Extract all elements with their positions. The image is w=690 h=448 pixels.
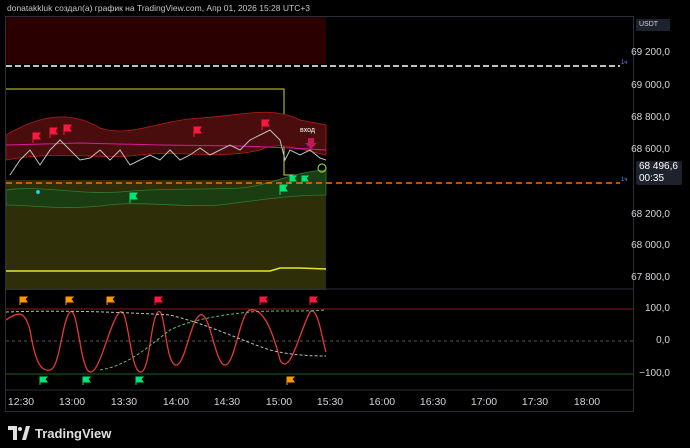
time-axis-label: 13:00	[58, 396, 86, 408]
time-axis-label: 17:30	[521, 396, 549, 408]
tradingview-brand[interactable]: TradingView	[8, 424, 111, 442]
entry-annotation: вход	[300, 127, 315, 134]
time-axis-label: 12:30	[7, 396, 35, 408]
price-axis-label: 67 800,0	[631, 272, 670, 283]
tradingview-logo-icon	[8, 426, 30, 440]
osc-axis-label: −100,0	[639, 368, 670, 379]
price-axis-label: 69 000,0	[631, 80, 670, 91]
last-price: 68 496,6	[639, 161, 678, 172]
time-axis-label: 15:30	[316, 396, 344, 408]
last-price-tag: 68 496,6 00:35	[636, 161, 682, 185]
chart-frame	[5, 16, 634, 412]
time-axis-label: 17:00	[470, 396, 498, 408]
currency-label[interactable]: USDT	[636, 19, 670, 31]
candle-countdown: 00:35	[639, 173, 665, 184]
time-axis-label: 15:00	[265, 396, 293, 408]
time-axis-label: 14:00	[162, 396, 190, 408]
time-axis-label: 13:30	[110, 396, 138, 408]
osc-axis-label: 100,0	[644, 303, 670, 314]
price-axis-label: 68 200,0	[631, 209, 670, 220]
time-axis-label: 16:00	[368, 396, 396, 408]
price-axis-label: 68 600,0	[631, 144, 670, 155]
line-tag: 1ч	[621, 177, 628, 183]
line-tag: 1ч	[621, 60, 628, 66]
time-axis-label: 16:30	[419, 396, 447, 408]
price-axis-label: 69 200,0	[631, 47, 670, 58]
time-axis-label: 14:30	[213, 396, 241, 408]
time-axis-label: 18:00	[573, 396, 601, 408]
price-axis-label: 68 800,0	[631, 112, 670, 123]
osc-axis-label: 0,0	[656, 335, 670, 346]
brand-name: TradingView	[35, 425, 112, 441]
price-axis-label: 68 000,0	[631, 240, 670, 251]
